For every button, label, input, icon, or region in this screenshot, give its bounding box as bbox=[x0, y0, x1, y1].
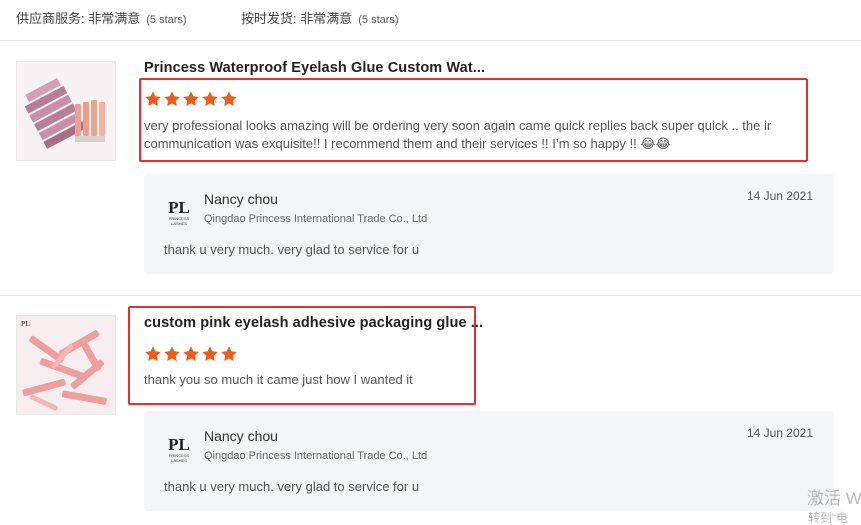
seller-logo: PL PRINCESS LASHES bbox=[164, 433, 194, 463]
star-icon bbox=[182, 90, 200, 108]
divider bbox=[0, 295, 861, 296]
product-image-eyelash-glue-boxes bbox=[17, 62, 115, 160]
star-icon bbox=[220, 90, 238, 108]
watermark-line-2: 转到“电 bbox=[808, 511, 848, 525]
star-rating bbox=[144, 90, 239, 110]
seller-name: Nancy chou bbox=[204, 428, 278, 444]
reply-date: 14 Jun 2021 bbox=[746, 426, 813, 440]
star-icon bbox=[182, 345, 200, 363]
reply-text: thank u very much. very glad to service … bbox=[164, 479, 420, 494]
seller-reply: PL PRINCESS LASHES Nancy chou Qingdao Pr… bbox=[144, 174, 834, 274]
product-title[interactable]: Princess Waterproof Eyelash Glue Custom … bbox=[144, 60, 485, 76]
seller-reply: PL PRINCESS LASHES Nancy chou Qingdao Pr… bbox=[144, 411, 834, 511]
reply-text: thank u very much. very glad to service … bbox=[164, 242, 420, 257]
on-time-label: 按时发货: 非常满意 bbox=[241, 11, 353, 26]
rating-summary: 供应商服务: 非常满意 (5 stars) 按时发货: 非常满意 (5 stars) bbox=[16, 8, 399, 26]
svg-text:PL: PL bbox=[168, 198, 190, 217]
princess-lashes-logo-icon: PL PRINCESS LASHES bbox=[168, 435, 190, 463]
svg-text:PL: PL bbox=[21, 320, 30, 328]
seller-company: Qingdao Princess International Trade Co.… bbox=[204, 450, 428, 462]
svg-text:PL: PL bbox=[168, 435, 190, 454]
seller-logo: PL PRINCESS LASHES bbox=[164, 196, 194, 226]
star-icon bbox=[220, 345, 238, 363]
product-thumbnail[interactable] bbox=[16, 61, 116, 161]
star-icon bbox=[163, 345, 181, 363]
star-icon bbox=[163, 90, 181, 108]
seller-name: Nancy chou bbox=[204, 191, 278, 207]
star-icon bbox=[144, 345, 162, 363]
product-title[interactable]: custom pink eyelash adhesive packaging g… bbox=[144, 315, 483, 331]
supplier-service-stars: (5 stars) bbox=[146, 14, 187, 26]
star-icon bbox=[201, 90, 219, 108]
star-icon bbox=[201, 345, 219, 363]
svg-text:LASHES: LASHES bbox=[171, 458, 187, 463]
product-thumbnail[interactable]: PL bbox=[16, 315, 116, 415]
product-image-pink-glue-packaging: PL bbox=[17, 316, 115, 414]
on-time-stars: (5 stars) bbox=[358, 14, 399, 26]
watermark-line-1: 激活 W bbox=[807, 489, 861, 508]
star-rating bbox=[144, 345, 239, 365]
review-comment: thank you so much it came just how I wan… bbox=[144, 372, 413, 387]
seller-company: Qingdao Princess International Trade Co.… bbox=[204, 213, 428, 225]
reply-date: 14 Jun 2021 bbox=[746, 189, 813, 203]
divider bbox=[0, 40, 861, 41]
svg-text:LASHES: LASHES bbox=[171, 221, 187, 226]
supplier-service-label: 供应商服务: 非常满意 bbox=[16, 11, 141, 26]
on-time-shipping: 按时发货: 非常满意 (5 stars) bbox=[241, 8, 399, 27]
star-icon bbox=[144, 90, 162, 108]
princess-lashes-logo-icon: PL PRINCESS LASHES bbox=[168, 198, 190, 226]
review-comment: very professional looks amazing will be … bbox=[144, 118, 772, 151]
